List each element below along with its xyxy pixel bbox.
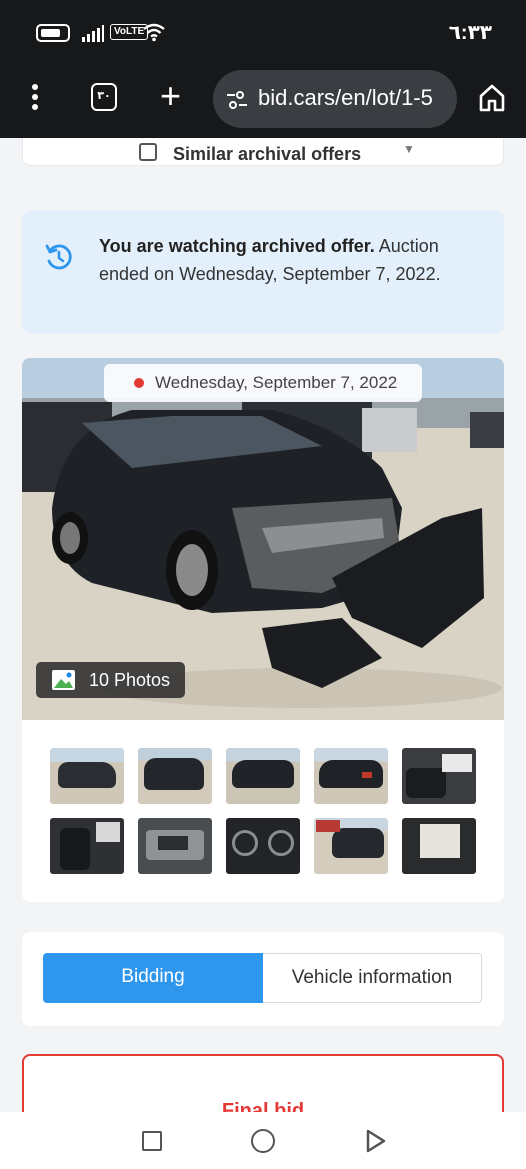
system-nav-bar xyxy=(0,1112,526,1169)
recents-icon[interactable] xyxy=(142,1131,162,1151)
main-car-photo[interactable]: Wednesday, September 7, 2022 10 Photos xyxy=(22,358,504,720)
thumbnail[interactable] xyxy=(50,748,124,804)
site-settings-icon[interactable] xyxy=(225,90,249,110)
thumbnail[interactable] xyxy=(314,818,388,874)
thumbnail[interactable] xyxy=(138,748,212,804)
archive-notice: You are watching archived offer. Auction… xyxy=(22,210,504,334)
page-content: Similar archival offers ▼ You are watchi… xyxy=(0,138,526,1112)
home-circle-icon[interactable] xyxy=(251,1129,275,1153)
archive-notice-bold: You are watching archived offer. xyxy=(99,236,375,256)
tab-bidding[interactable]: Bidding xyxy=(43,953,263,1003)
signal-icon xyxy=(82,24,104,42)
battery-icon xyxy=(36,24,70,42)
tab-switcher-icon[interactable]: ٣٠ xyxy=(91,83,117,111)
back-icon[interactable] xyxy=(365,1129,387,1153)
archive-notice-text: You are watching archived offer. Auction… xyxy=(99,232,479,288)
status-dot-icon xyxy=(134,378,144,388)
history-icon xyxy=(45,244,72,270)
new-tab-icon[interactable]: + xyxy=(160,76,181,116)
clock: ٦:٣٣ xyxy=(448,22,492,44)
thumbnail[interactable] xyxy=(402,748,476,804)
thumbnail[interactable] xyxy=(226,748,300,804)
similar-offers-dropdown[interactable]: Similar archival offers ▼ xyxy=(22,138,504,166)
photo-gallery: Wednesday, September 7, 2022 10 Photos xyxy=(22,358,504,902)
similar-offers-label: Similar archival offers xyxy=(173,144,362,164)
chevron-down-icon: ▼ xyxy=(403,142,415,156)
thumbnail[interactable] xyxy=(402,818,476,874)
detail-tabs: Bidding Vehicle information xyxy=(22,932,504,1026)
photos-count: 10 Photos xyxy=(89,670,171,690)
browser-toolbar: ٣٠ + bid.cars/en/lot/1-5 xyxy=(0,64,526,138)
thumbnail[interactable] xyxy=(50,818,124,874)
thumbnail[interactable] xyxy=(138,818,212,874)
home-icon[interactable] xyxy=(478,83,506,113)
image-icon xyxy=(52,670,75,690)
photos-count-button[interactable]: 10 Photos xyxy=(36,662,185,698)
final-bid-label: Final bid xyxy=(221,1100,305,1112)
auction-date: Wednesday, September 7, 2022 xyxy=(155,373,398,392)
tab-vehicle-information[interactable]: Vehicle information xyxy=(263,953,482,1003)
url-text: bid.cars/en/lot/1-5 xyxy=(258,85,433,110)
auction-date-chip: Wednesday, September 7, 2022 xyxy=(104,364,422,402)
wifi-icon xyxy=(143,23,165,42)
status-bar: VoLTE ٦:٣٣ xyxy=(0,0,526,64)
url-bar[interactable]: bid.cars/en/lot/1-5 xyxy=(213,70,457,128)
menu-icon[interactable] xyxy=(30,84,40,112)
similar-offers-checkbox[interactable] xyxy=(139,143,157,161)
final-bid-card: Final bid xyxy=(22,1054,504,1112)
thumbnail[interactable] xyxy=(314,748,388,804)
thumbnail[interactable] xyxy=(226,818,300,874)
